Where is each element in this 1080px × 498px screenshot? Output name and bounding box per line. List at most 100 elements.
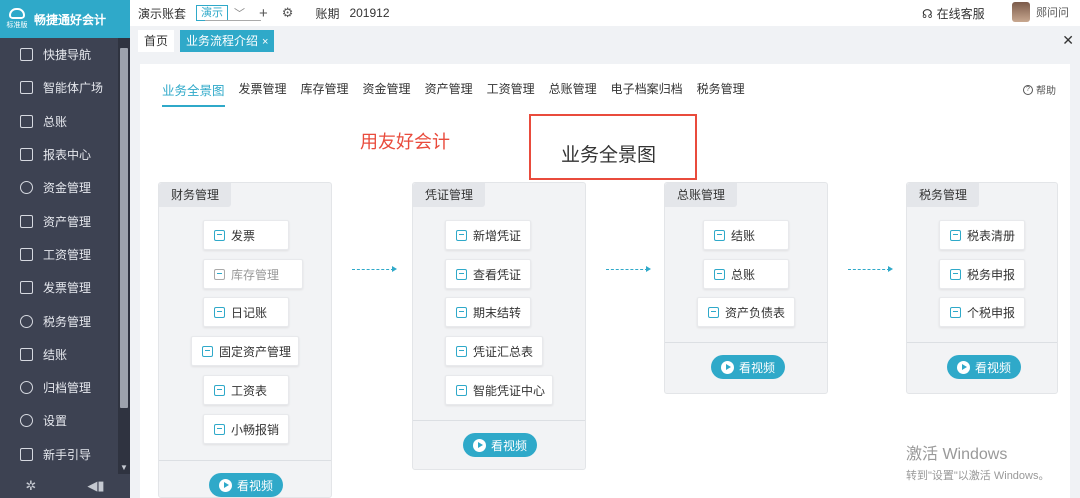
item-label: 查看凭证 [473,267,522,282]
item-smart-voucher[interactable]: 智能凭证中心 [445,375,553,405]
user-menu[interactable]: 郧问问 [1012,2,1069,22]
item-label: 期末结转 [473,305,522,320]
account-underline [205,20,261,21]
journal-icon [214,306,225,318]
watermark-line-1: 激活 Windows [906,446,1008,463]
watch-video-button[interactable]: 看视频 [711,355,785,379]
panel-title: 凭证管理 [413,183,486,207]
sidebar-item-funds[interactable]: 资金管理 [0,171,118,204]
item-label: 工资表 [231,383,268,398]
money-icon [20,181,33,195]
panel-voucher: 凭证管理 新增凭证 查看凭证 期末结转 凭证汇总表 智能凭证中心 看视频 [412,182,586,470]
subtab-inventory[interactable]: 库存管理 [301,80,349,107]
panel-title: 财务管理 [159,183,232,207]
online-service-button[interactable]: ☊ 在线客服 [922,5,985,22]
tab-label: 业务流程介绍 [186,34,259,48]
sidebar-item-label: 资产管理 [43,214,92,229]
subtab-overview[interactable]: 业务全景图 [162,80,225,107]
item-label: 日记账 [231,305,268,320]
sidebar-item-checkout[interactable]: 结账 [0,338,118,371]
account-name[interactable]: 演示账套 [138,5,186,22]
avatar [1012,2,1030,22]
item-personal-tax[interactable]: 个税申报 [939,297,1025,327]
collapse-sidebar-icon[interactable]: ◀▮ [87,478,104,494]
scroll-down-icon[interactable]: ▼ [120,464,128,472]
subtab-salary[interactable]: 工资管理 [487,80,535,107]
sidebar-item-assets[interactable]: 资产管理 [0,204,118,237]
item-voucher-summary[interactable]: 凭证汇总表 [445,336,543,366]
reimbursement-icon [214,423,225,435]
inventory-icon [214,268,225,280]
item-reimbursement[interactable]: 小畅报销 [203,414,289,444]
item-tax-list[interactable]: 税表清册 [939,220,1025,250]
sub-tabs: 业务全景图 发票管理 库存管理 资金管理 资产管理 工资管理 总账管理 电子档案… [162,80,759,107]
video-label: 看视频 [738,360,775,375]
item-new-voucher[interactable]: 新增凭证 [445,220,531,250]
sidebar-scrollbar[interactable]: ▼ [118,38,130,474]
sidebar-item-archive[interactable]: 归档管理 [0,371,118,404]
panel-divider [907,342,1057,343]
item-balance-sheet[interactable]: 资产负债表 [697,297,795,327]
sidebar-item-agent-square[interactable]: 智能体广场 [0,71,118,104]
panel-title: 税务管理 [907,183,980,207]
subtab-funds[interactable]: 资金管理 [363,80,411,107]
sidebar-item-quick-nav[interactable]: 快捷导航 [0,38,118,71]
item-fixed-assets[interactable]: 固定资产管理 [191,336,299,366]
transfer-icon [456,306,467,318]
item-period-close[interactable]: 期末结转 [445,297,531,327]
sidebar-item-tax[interactable]: 税务管理 [0,304,118,337]
item-inventory[interactable]: 库存管理 [203,259,303,289]
help-label: 帮助 [1036,86,1056,97]
video-label: 看视频 [236,478,273,493]
sidebar-item-label: 工资管理 [43,247,92,262]
sidebar-item-invoice[interactable]: 发票管理 [0,271,118,304]
payroll-icon [214,384,225,396]
item-label: 凭证汇总表 [473,344,534,359]
sidebar-item-salary[interactable]: 工资管理 [0,238,118,271]
video-label: 看视频 [974,360,1011,375]
salary-icon [20,247,33,261]
chevron-down-icon[interactable]: ﹀ [234,5,245,21]
period-value[interactable]: 201912 [349,6,389,20]
agent-icon [20,81,33,95]
gear-icon[interactable]: ⚙ [282,5,294,21]
subtab-e-archive[interactable]: 电子档案归档 [611,80,683,107]
item-journal[interactable]: 日记账 [203,297,289,327]
sidebar-item-label: 资金管理 [43,181,92,196]
brand-name: 畅捷通好会计 [34,12,107,27]
subtab-ledger[interactable]: 总账管理 [549,80,597,107]
checkout-icon [714,229,725,241]
sidebar-item-guide[interactable]: 新手引导 [0,438,118,471]
watch-video-button[interactable]: 看视频 [209,473,283,497]
subtab-invoice[interactable]: 发票管理 [239,80,287,107]
sidebar-item-reports[interactable]: 报表中心 [0,138,118,171]
sidebar-item-settings[interactable]: 设置 [0,404,118,437]
scrollbar-thumb[interactable] [120,48,128,408]
sidebar-item-ledger[interactable]: 总账 [0,105,118,138]
close-icon[interactable]: × [262,36,268,48]
watch-video-button[interactable]: 看视频 [463,433,537,457]
item-payroll[interactable]: 工资表 [203,375,289,405]
settings-gear-icon[interactable]: ✲ [25,478,36,494]
app-logo[interactable]: 标准版 畅捷通好会计 [0,0,130,38]
help-button[interactable]: ? 帮助 [1023,82,1056,97]
tab-home[interactable]: 首页 [138,30,175,52]
watch-video-button[interactable]: 看视频 [947,355,1021,379]
item-label: 新增凭证 [473,228,522,243]
archive-icon [20,381,33,395]
sidebar-footer: ✲ ◀▮ [0,474,130,498]
item-invoice[interactable]: 发票 [203,220,289,250]
subtab-assets[interactable]: 资产管理 [425,80,473,107]
item-general-ledger[interactable]: 总账 [703,259,789,289]
tab-business-flow[interactable]: 业务流程介绍 × [180,30,275,52]
item-view-voucher[interactable]: 查看凭证 [445,259,531,289]
add-icon[interactable]: + [259,5,268,22]
account-tag[interactable]: 演示 [196,5,229,21]
item-close-books[interactable]: 结账 [703,220,789,250]
close-all-tabs-icon[interactable]: ✕ [1062,32,1074,49]
subtab-tax[interactable]: 税务管理 [697,80,745,107]
item-tax-filing[interactable]: 税务申报 [939,259,1025,289]
sidebar-nav: 快捷导航 智能体广场 总账 报表中心 资金管理 资产管理 工资管理 发票管理 税… [0,38,118,471]
panel-tax: 税务管理 税表清册 税务申报 个税申报 看视频 [906,182,1058,394]
item-label: 资产负债表 [725,305,786,320]
